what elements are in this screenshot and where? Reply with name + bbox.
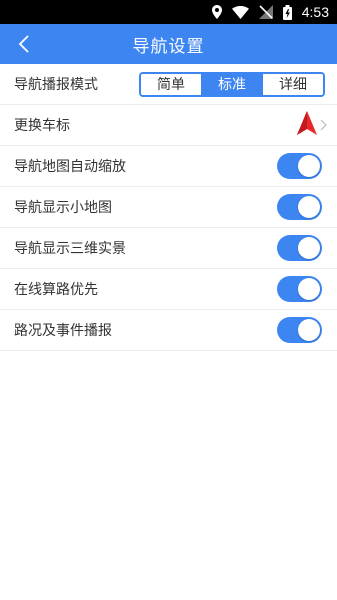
chevron-left-icon[interactable] — [12, 32, 36, 56]
toggle-knob — [298, 155, 320, 177]
status-bar: 4:53 — [0, 0, 337, 24]
toggle-knob — [298, 196, 320, 218]
car-icon-preview — [297, 111, 327, 139]
page-title: 导航设置 — [132, 36, 205, 57]
app-bar: 导航设置 — [0, 24, 337, 64]
mini-map-toggle[interactable] — [277, 194, 322, 220]
settings-list: 导航播报模式 简单 标准 详细 更换车标 导航地图自动缩放 导航显示小地图 导航… — [0, 64, 337, 351]
toggle-row-mini-map: 导航显示小地图 — [0, 187, 337, 228]
change-car-icon-label: 更换车标 — [14, 118, 70, 134]
traffic-broadcast-toggle[interactable] — [277, 317, 322, 343]
mode-option-standard[interactable]: 标准 — [201, 73, 262, 95]
toggle-row-online-routing: 在线算路优先 — [0, 269, 337, 310]
toggle-knob — [298, 278, 320, 300]
no-signal-icon — [258, 5, 273, 19]
online-routing-toggle[interactable] — [277, 276, 322, 302]
battery-icon — [282, 4, 292, 20]
broadcast-mode-row: 导航播报模式 简单 标准 详细 — [0, 64, 337, 105]
broadcast-mode-label: 导航播报模式 — [14, 77, 98, 93]
auto-zoom-toggle[interactable] — [277, 153, 322, 179]
toggle-row-3d-view: 导航显示三维实景 — [0, 228, 337, 269]
toggle-row-auto-zoom: 导航地图自动缩放 — [0, 146, 337, 187]
location-icon — [211, 5, 222, 19]
status-time: 4:53 — [301, 4, 329, 20]
broadcast-mode-segmented-control: 简单 标准 详细 — [139, 71, 325, 97]
3d-view-toggle[interactable] — [277, 235, 322, 261]
toggle-label: 在线算路优先 — [14, 282, 98, 298]
mode-option-detailed[interactable]: 详细 — [262, 73, 323, 95]
change-car-icon-row[interactable]: 更换车标 — [0, 105, 337, 146]
toggle-knob — [298, 237, 320, 259]
toggle-label: 导航显示三维实景 — [14, 241, 126, 257]
toggle-label: 导航地图自动缩放 — [14, 159, 126, 175]
toggle-label: 导航显示小地图 — [14, 200, 112, 216]
toggle-knob — [298, 319, 320, 341]
mode-option-simple[interactable]: 简单 — [141, 73, 201, 95]
chevron-right-icon — [320, 119, 327, 131]
wifi-icon — [231, 5, 249, 19]
toggle-label: 路况及事件播报 — [14, 323, 112, 339]
navigation-arrow-icon — [297, 111, 317, 139]
toggle-row-traffic-broadcast: 路况及事件播报 — [0, 310, 337, 351]
